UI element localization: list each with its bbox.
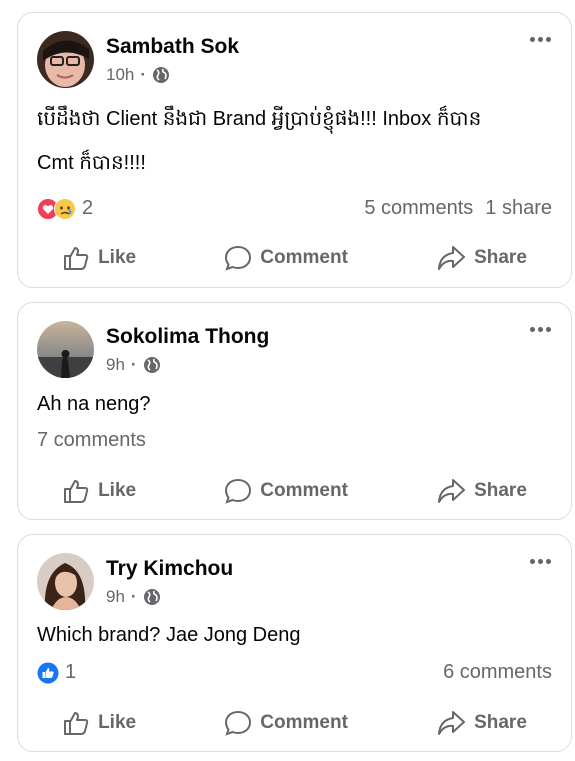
share-label: Share <box>474 712 527 733</box>
post-stats: 2 5 comments 1 share <box>37 197 552 220</box>
like-reaction-icon <box>37 662 59 683</box>
author-name[interactable]: Sambath Sok <box>106 35 239 59</box>
author-name[interactable]: Sokolima Thong <box>106 325 269 349</box>
avatar[interactable] <box>37 321 94 378</box>
comments-count[interactable]: 5 comments <box>364 197 473 220</box>
post-time[interactable]: 10h <box>106 65 134 85</box>
thumbs-up-icon <box>64 480 89 503</box>
share-button[interactable]: Share <box>436 477 527 505</box>
post-text-line: បើដឹងថា Client នឹងជា Brand អ្វីប្រាប់ខ្ញ… <box>37 108 482 130</box>
like-button[interactable]: Like <box>62 477 136 505</box>
like-label: Like <box>98 247 137 268</box>
like-label: Like <box>98 480 137 501</box>
care-reaction-icon <box>54 197 76 220</box>
like-button[interactable]: Like <box>62 244 136 272</box>
avatar[interactable] <box>37 553 94 610</box>
more-options-button[interactable] <box>530 559 551 564</box>
share-arrow-icon <box>438 711 466 735</box>
action-bar: Like Comment Share <box>18 701 571 745</box>
like-button[interactable]: Like <box>62 709 136 737</box>
action-bar: Like Comment Share <box>18 469 571 513</box>
share-arrow-icon <box>438 246 466 270</box>
avatar[interactable] <box>37 31 94 88</box>
comment-button[interactable]: Comment <box>224 477 348 505</box>
comment-label: Comment <box>260 480 348 501</box>
post-card: Sambath Sok 10h · បើដឹងថា Client នឹងជា B… <box>17 12 572 288</box>
share-label: Share <box>474 247 527 268</box>
thumbs-up-icon <box>64 712 89 735</box>
post-card: Sokolima Thong 9h · Ah na neng? 7 commen… <box>17 302 572 520</box>
comment-icon <box>225 478 252 504</box>
post-time[interactable]: 9h <box>106 587 125 607</box>
action-bar: Like Comment Share <box>18 236 571 280</box>
comment-icon <box>225 245 252 271</box>
post-text-line: Cmt ក៏បាន!!!! <box>37 152 146 174</box>
author-name[interactable]: Try Kimchou <box>106 557 233 581</box>
comment-button[interactable]: Comment <box>224 709 348 737</box>
share-button[interactable]: Share <box>436 244 527 272</box>
thumbs-up-icon <box>64 247 89 270</box>
post-meta: 9h · <box>106 587 161 607</box>
comment-label: Comment <box>260 247 348 268</box>
reaction-count: 2 <box>82 197 94 219</box>
globe-icon <box>143 589 160 605</box>
post-stats: 1 6 comments <box>37 661 552 684</box>
comments-count[interactable]: 7 comments <box>37 429 146 452</box>
post-text: Which brand? Jae Jong Deng <box>37 624 301 646</box>
post-card: Try Kimchou 9h · Which brand? Jae Jong D… <box>17 534 572 752</box>
globe-icon <box>153 67 170 83</box>
share-arrow-icon <box>438 479 466 503</box>
share-label: Share <box>474 480 527 501</box>
comment-button[interactable]: Comment <box>224 244 348 272</box>
reactions-summary[interactable]: 2 <box>37 197 93 220</box>
shares-count[interactable]: 1 share <box>485 197 552 220</box>
more-options-button[interactable] <box>530 327 551 332</box>
comment-label: Comment <box>260 712 348 733</box>
reaction-count: 1 <box>65 661 77 683</box>
like-label: Like <box>98 712 137 733</box>
reactions-summary[interactable]: 1 <box>37 661 76 684</box>
post-text: Ah na neng? <box>37 393 151 415</box>
comments-count[interactable]: 6 comments <box>443 661 552 684</box>
share-button[interactable]: Share <box>436 709 527 737</box>
more-options-button[interactable] <box>530 37 551 42</box>
post-meta: 9h · <box>106 355 161 375</box>
globe-icon <box>143 357 160 373</box>
comment-icon <box>225 710 252 736</box>
post-stats: 7 comments <box>37 429 552 452</box>
post-time[interactable]: 9h <box>106 355 125 375</box>
post-meta: 10h · <box>106 65 170 85</box>
